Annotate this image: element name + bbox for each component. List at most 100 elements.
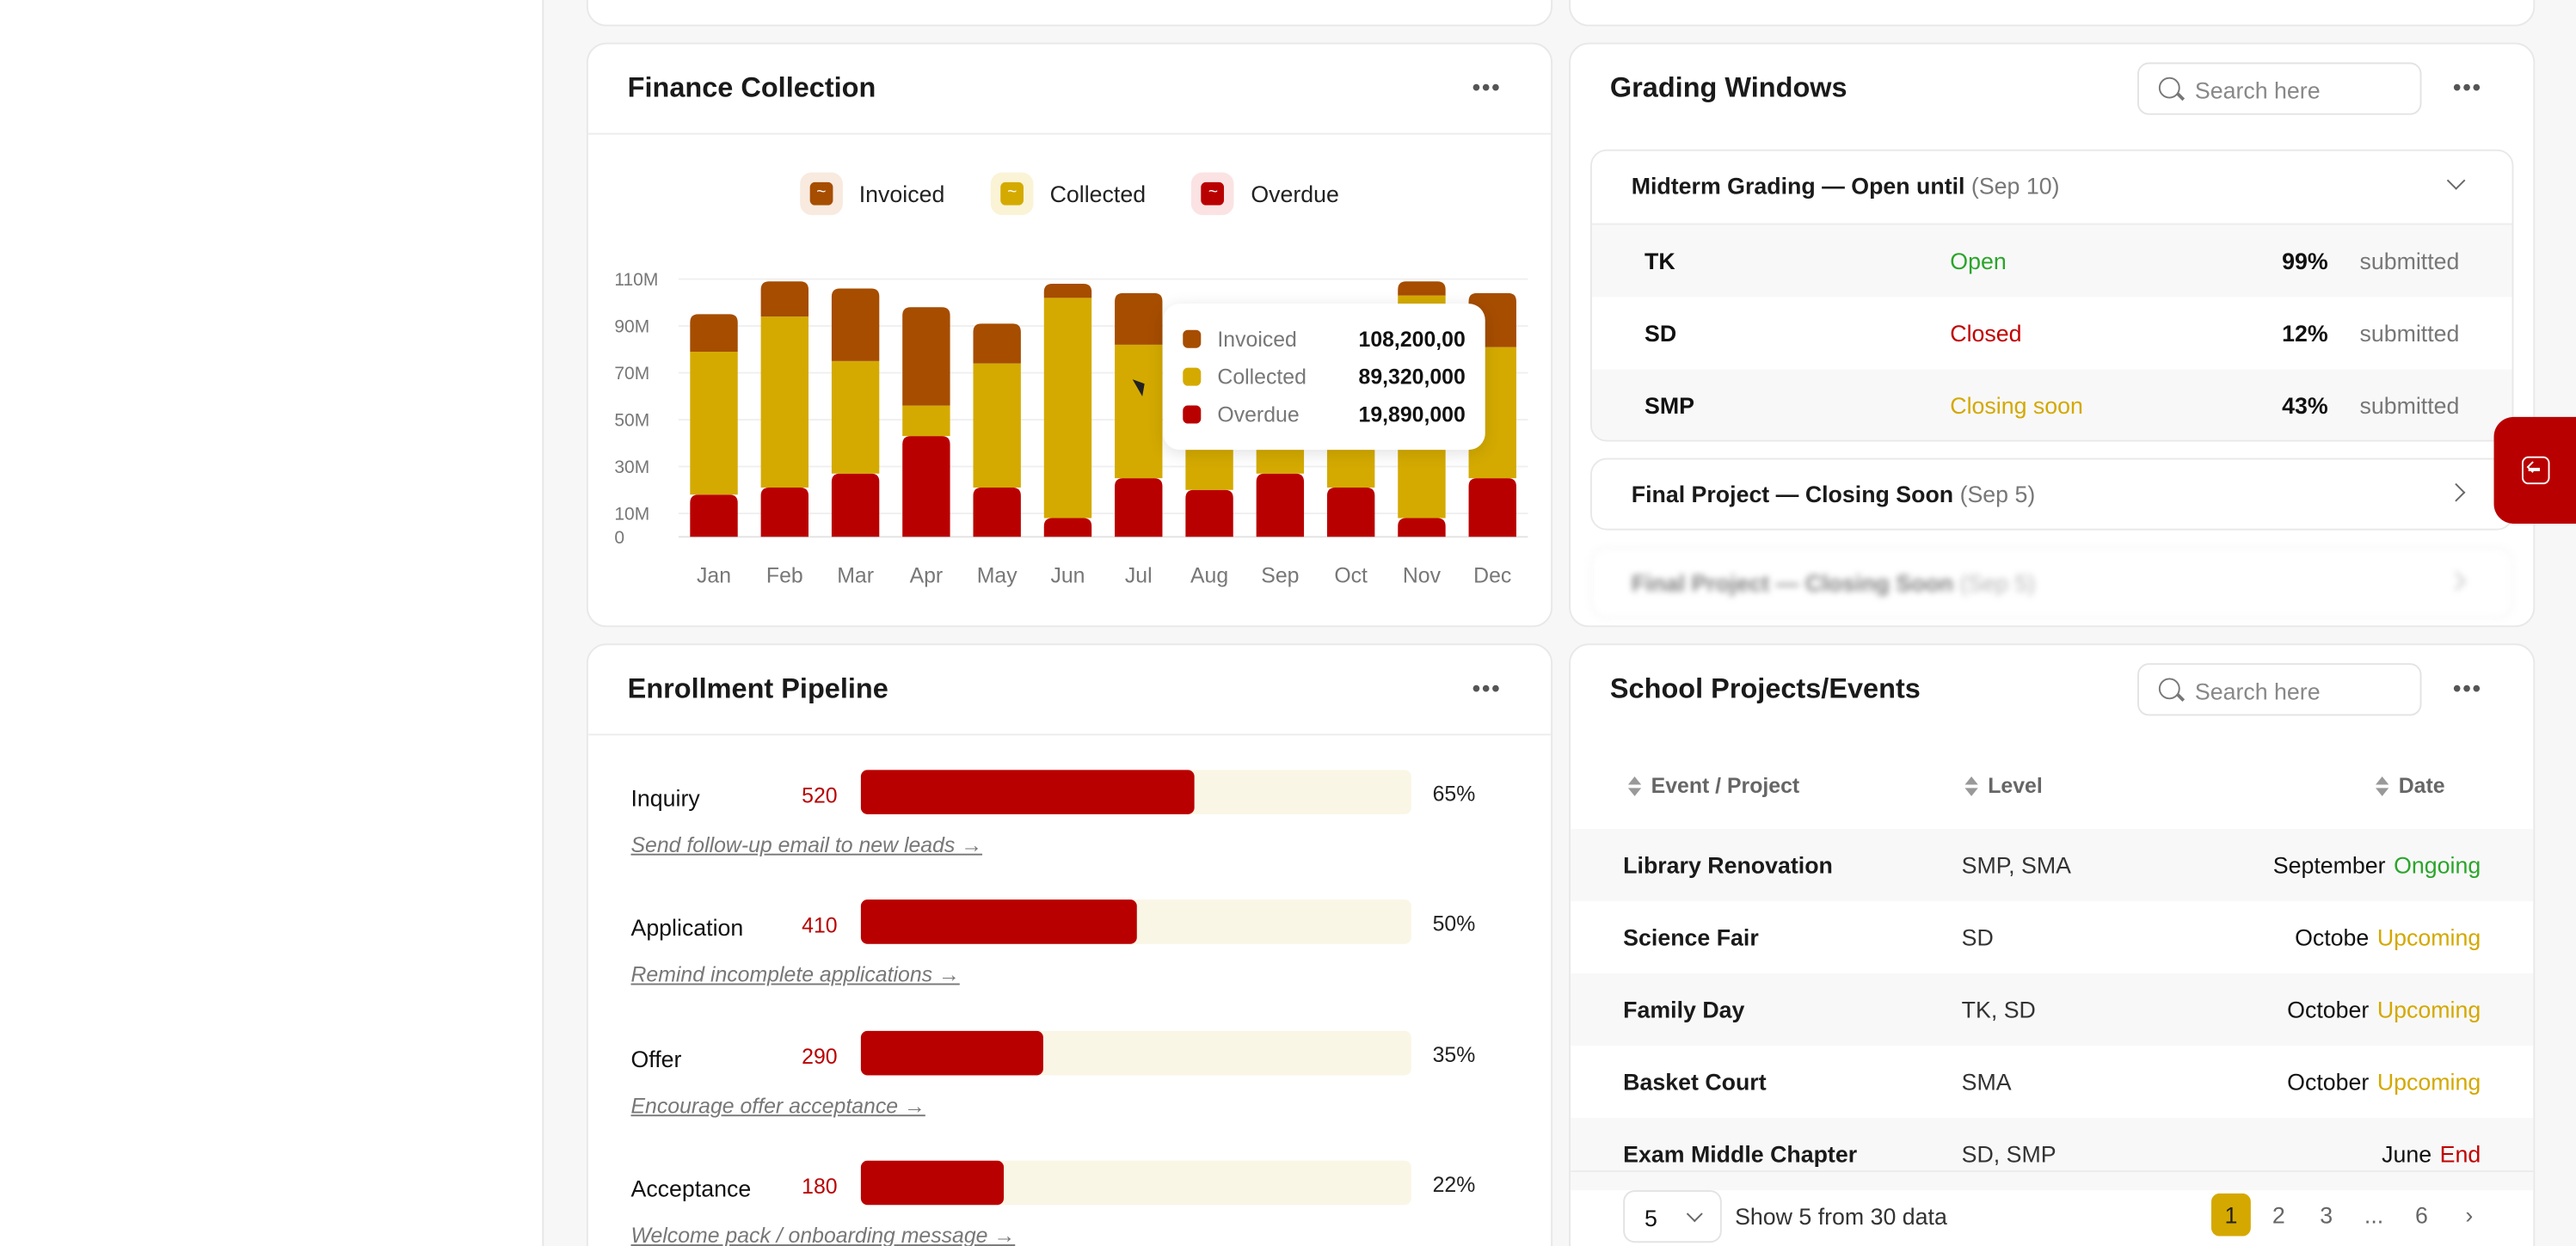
page-3[interactable]: 3: [2307, 1194, 2346, 1237]
enrollment-more-icon[interactable]: •••: [1471, 673, 1503, 706]
bar-segment-overdue[interactable]: [1185, 489, 1233, 537]
column-header-event[interactable]: Event / Project: [1627, 773, 1799, 798]
y-tick-label: 70M: [614, 364, 649, 384]
grading-search-input[interactable]: [2194, 73, 2409, 107]
chevron-right-icon[interactable]: [2446, 572, 2466, 591]
collapse-panel-button[interactable]: [2493, 416, 2576, 525]
table-row[interactable]: Basket Court SMA October Upcoming: [1571, 1046, 2533, 1118]
chevron-down-icon[interactable]: [2446, 171, 2466, 190]
bar-segment-invoiced[interactable]: [690, 314, 738, 353]
stage-count: 290: [802, 1044, 838, 1069]
stage-name: Application: [630, 914, 744, 941]
search-icon: [2158, 678, 2180, 700]
table-row[interactable]: Family Day TK, SD October Upcoming: [1571, 973, 2534, 1047]
bar-segment-overdue[interactable]: [1326, 488, 1375, 537]
finance-more-icon[interactable]: •••: [1471, 72, 1503, 105]
chart-legend: ~ Invoiced ~ Collected ~ Overdue: [588, 172, 1551, 216]
sort-icon: [2376, 776, 2389, 795]
bar-segment-overdue[interactable]: [1468, 478, 1516, 537]
stage-action-link[interactable]: Remind incomplete applications →: [630, 962, 959, 987]
finance-title: Finance Collection: [627, 72, 876, 104]
page-ellipsis: ...: [2364, 1201, 2384, 1229]
grading-title: Grading Windows: [1609, 72, 1847, 104]
bar-segment-invoiced[interactable]: [831, 288, 880, 361]
x-tick-label: Jul: [1125, 565, 1153, 588]
tooltip-name: Overdue: [1217, 402, 1300, 427]
bar-segment-overdue[interactable]: [902, 436, 950, 537]
grading-window-final-faded[interactable]: Final Project — Closing Soon (Sep 5): [1589, 546, 2514, 619]
legend-item-overdue[interactable]: ~ Overdue: [1191, 172, 1339, 216]
bar-segment-collected[interactable]: [760, 316, 809, 488]
chevron-right-icon[interactable]: [2446, 482, 2466, 502]
tooltip-value: 89,320,000: [1358, 364, 1466, 390]
bar-segment-overdue[interactable]: [973, 488, 1021, 537]
tooltip-row-invoiced: Invoiced 108,200,00: [1183, 320, 1466, 358]
tooltip-name: Collected: [1217, 364, 1306, 390]
bar-segment-overdue[interactable]: [1256, 473, 1305, 537]
accordion-title: Final Project — Closing Soon (Sep 5): [1631, 569, 2036, 597]
page-size-select[interactable]: 5: [1623, 1190, 1722, 1243]
bar-segment-invoiced[interactable]: [760, 281, 809, 317]
grading-more-icon[interactable]: •••: [2451, 72, 2484, 105]
grading-window-final[interactable]: Final Project — Closing Soon (Sep 5): [1589, 457, 2514, 531]
legend-item-collected[interactable]: ~ Collected: [990, 172, 1147, 216]
stage-action-link[interactable]: Welcome pack / onboarding message →: [630, 1223, 1015, 1246]
legend-label: Collected: [1049, 181, 1147, 207]
page-1[interactable]: 1: [2210, 1193, 2251, 1237]
x-tick-label: Aug: [1190, 565, 1228, 588]
stage-pct: 65%: [1432, 781, 1476, 807]
column-header-level[interactable]: Level: [1964, 773, 2043, 798]
legend-item-invoiced[interactable]: ~ Invoiced: [799, 172, 944, 216]
bar-segment-collected[interactable]: [1115, 344, 1163, 479]
bar-segment-collected[interactable]: [1043, 298, 1092, 519]
bar-segment-overdue[interactable]: [1043, 518, 1092, 537]
bar-segment-invoiced[interactable]: [1043, 283, 1092, 298]
page-2[interactable]: 2: [2259, 1194, 2298, 1237]
x-tick-label: Dec: [1473, 565, 1511, 588]
bar-segment-collected[interactable]: [690, 352, 738, 495]
bar-segment-collected[interactable]: [831, 360, 880, 474]
x-tick-label: Jun: [1050, 565, 1085, 588]
finance-collection-card: Finance Collection ••• ~ Invoiced ~ Coll…: [586, 42, 1553, 628]
x-tick-label: Sep: [1261, 565, 1299, 588]
projects-title: School Projects/Events: [1609, 672, 1921, 705]
bar-segment-overdue[interactable]: [831, 473, 880, 537]
bar-segment-overdue[interactable]: [760, 488, 809, 537]
grade-row: TK Open 99% submitted: [1591, 224, 2512, 298]
tooltip-value: 19,890,000: [1358, 402, 1466, 427]
progress-track: [860, 770, 1411, 814]
y-tick-label: 110M: [614, 270, 658, 290]
divider: [587, 733, 1552, 736]
progress-fill: [860, 1160, 1005, 1206]
bar-segment-invoiced[interactable]: [1115, 292, 1163, 345]
x-tick-label: May: [977, 565, 1017, 588]
accordion-header[interactable]: Midterm Grading — Open until (Sep 10): [1592, 151, 2512, 224]
sidebar: [0, 0, 544, 1246]
bar-segment-invoiced[interactable]: [902, 307, 950, 406]
stage-pct: 35%: [1432, 1042, 1476, 1067]
x-tick-label: Nov: [1403, 565, 1442, 588]
bar-segment-invoiced[interactable]: [973, 323, 1021, 364]
stage-action-link[interactable]: Encourage offer acceptance →: [630, 1093, 925, 1118]
bar-segment-overdue[interactable]: [1398, 518, 1446, 537]
bar-segment-collected[interactable]: [902, 405, 950, 437]
column-header-date[interactable]: Date: [2376, 773, 2445, 798]
bar-segment-collected[interactable]: [973, 363, 1021, 488]
bar-segment-invoiced[interactable]: [1398, 281, 1446, 296]
y-tick-label: 90M: [614, 317, 649, 337]
progress-fill: [860, 899, 1136, 944]
next-page-icon[interactable]: ›: [2450, 1194, 2489, 1237]
projects-search-input[interactable]: [2194, 674, 2409, 708]
projects-more-icon[interactable]: •••: [2451, 673, 2484, 706]
stage-action-link[interactable]: Send follow-up email to new leads →: [630, 832, 982, 857]
table-row[interactable]: Library Renovation SMP, SMA September Ongo…: [1571, 829, 2534, 902]
bar-segment-overdue[interactable]: [1115, 478, 1163, 537]
grading-window-midterm: Midterm Grading — Open until (Sep 10) TK…: [1589, 149, 2514, 442]
page-6[interactable]: 6: [2402, 1194, 2442, 1237]
grading-search[interactable]: [2137, 62, 2422, 115]
x-tick-label: Mar: [837, 565, 874, 588]
bar-segment-overdue[interactable]: [690, 494, 738, 537]
y-tick-label: 30M: [614, 457, 649, 477]
table-row[interactable]: Science Fair SD Octobe Upcoming: [1571, 901, 2533, 973]
projects-search[interactable]: [2137, 663, 2422, 716]
